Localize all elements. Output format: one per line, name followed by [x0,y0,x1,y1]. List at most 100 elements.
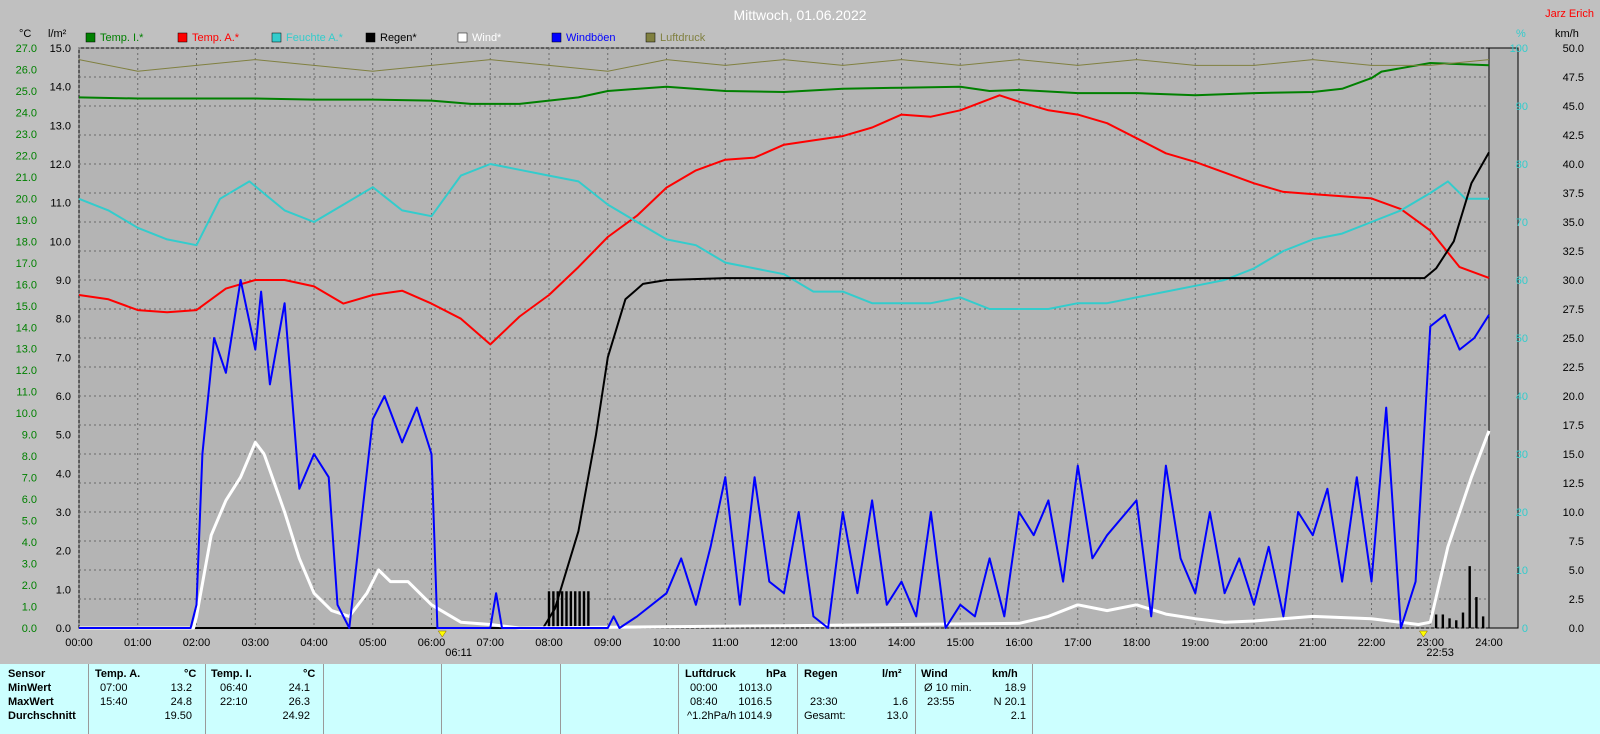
legend-label: Luftdruck [660,32,706,44]
temp-tick-label: 4.0 [22,537,37,549]
rain-tick-label: 7.0 [56,352,71,364]
rain-bar [560,591,564,628]
time-tick-label: 03:00 [241,637,269,649]
temp-tick-label: 19.0 [16,215,37,227]
wind-tick-label: 40.0 [1563,159,1584,171]
temp-tick-label: 8.0 [22,451,37,463]
rain-bar [582,591,586,628]
pressure-r3-value: 1014.9 [738,710,772,722]
avg-label: Durchschnitt [8,710,76,722]
temp-tick-label: 10.0 [16,408,37,420]
legend-label: Temp. A.* [192,32,240,44]
chart-legend: Temp. I.* Temp. A.* Feuchte A.* Regen* Wind*… [85,32,706,44]
rain-tick-label: 6.0 [56,391,71,403]
rain-tick-label: 5.0 [56,430,71,442]
stats-max-row: MaxWert 15:40 24.8 22:10 26.3 08:40 1016… [0,696,1600,710]
pressure-r2-time: 08:40 [690,696,718,708]
legend-label: Wind* [472,32,502,44]
temp-tick-label: 26.0 [16,64,37,76]
temp-tick-label: 18.0 [16,236,37,248]
rain-unit-label: l/m² [48,28,67,40]
rain-tick-label: 8.0 [56,314,71,326]
wind-tick-label: 47.5 [1563,72,1584,84]
stats-header-row: Sensor Temp. A. °C Temp. I. °C Luftdruck… [0,668,1600,682]
wind-tick-label: 5.0 [1569,565,1584,577]
temp-i-title: Temp. I. [211,668,252,680]
wind-tick-label: 25.0 [1563,333,1584,345]
sunrise-time-label: 06:11 [445,647,472,659]
time-tick-label: 18:00 [1123,637,1151,649]
temp-i-unit: °C [303,668,316,680]
temp-a-unit: °C [184,668,197,680]
rain-bar [1448,618,1451,628]
legend-swatch [177,32,188,43]
wind-r3-value: 2.1 [1010,710,1026,722]
temp-unit-label: °C [19,28,31,40]
rain-bar [1468,566,1471,628]
temp-tick-label: 25.0 [16,86,37,98]
wind-tick-label: 32.5 [1563,246,1584,258]
rain-bar [1455,620,1458,628]
author-label: Jarz Erich [1545,8,1594,20]
temp-tick-label: 20.0 [16,193,37,205]
temp-i-min-value: 24.1 [288,682,310,694]
rain-tick-label: 13.0 [50,120,71,132]
temp-tick-label: 6.0 [22,494,37,506]
max-label: MaxWert [8,696,54,708]
wind-tick-label: 30.0 [1563,275,1584,287]
min-label: MinWert [8,682,52,694]
time-tick-label: 02:00 [183,637,211,649]
weather-chart: Mittwoch, 01.06.2022 Jarz Erich Temp. I.… [16,7,1594,659]
wind-tick-label: 50.0 [1563,43,1584,55]
rain-r2-value: 1.6 [892,696,908,708]
humidity-tick-label: 10 [1516,565,1528,577]
stats-panel: Sensor Temp. A. °C Temp. I. °C Luftdruck… [0,664,1600,734]
rain-tick-label: 2.0 [56,546,71,558]
time-tick-label: 14:00 [888,637,916,649]
rain-r3-value: 13.0 [886,710,908,722]
wind-r1-value: 18.9 [1004,682,1026,694]
legend-swatch [85,32,96,43]
time-tick-label: 16:00 [1005,637,1033,649]
time-tick-label: 11:00 [712,637,739,649]
time-tick-label: 10:00 [653,637,681,649]
rain-tick-label: 1.0 [56,584,71,596]
temp-a-max-time: 15:40 [100,696,128,708]
wind-tick-label: 17.5 [1563,420,1584,432]
wind-r2-time: 23:55 [927,696,955,708]
humidity-tick-label: 90 [1516,101,1528,113]
temp-tick-label: 22.0 [16,150,37,162]
legend-label: Windböen [566,32,616,44]
rain-bar [587,591,590,628]
wind-title: Wind [921,668,948,680]
rain-r2-time: 23:30 [810,696,838,708]
temp-tick-label: 3.0 [22,559,37,571]
humidity-tick-label: 50 [1516,333,1528,345]
rain-bar [565,591,568,628]
time-tick-label: 21:00 [1299,637,1327,649]
humidity-tick-label: 30 [1516,449,1528,461]
wind-tick-label: 7.5 [1569,536,1584,548]
legend-swatch [365,32,376,43]
temp-a-min-value: 13.2 [170,682,192,694]
temp-tick-label: 11.0 [16,387,37,399]
rain-tick-label: 12.0 [50,159,71,171]
temp-tick-label: 5.0 [22,516,37,528]
rain-tick-label: 14.0 [50,82,71,94]
pressure-r2-value: 1016.5 [738,696,772,708]
legend-label: Feuchte A.* [286,32,344,44]
time-tick-label: 19:00 [1181,637,1209,649]
temp-i-min-time: 06:40 [220,682,248,694]
pressure-r3-time: ^1.2hPa/h [687,710,737,722]
pressure-title: Luftdruck [685,668,736,680]
time-tick-label: 04:00 [300,637,328,649]
humidity-tick-label: 20 [1516,507,1528,519]
temp-tick-label: 17.0 [16,258,37,270]
wind-tick-label: 42.5 [1563,130,1584,142]
time-tick-label: 17:00 [1064,637,1092,649]
sensor-header: Sensor [8,668,46,680]
temp-tick-label: 9.0 [22,430,37,442]
time-tick-label: 08:00 [535,637,563,649]
temp-tick-label: 21.0 [16,172,37,184]
wind-tick-label: 10.0 [1563,507,1584,519]
